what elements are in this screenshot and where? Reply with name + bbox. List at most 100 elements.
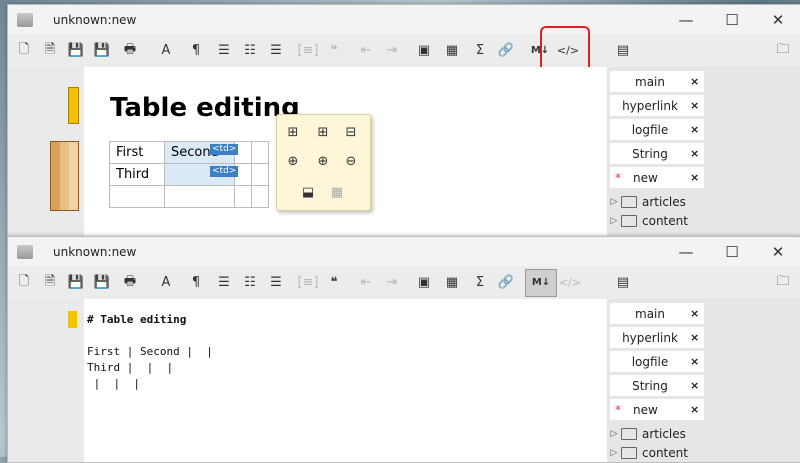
blockquote-icon[interactable]: ❝ <box>321 270 347 296</box>
sidebar-tab-logfile[interactable]: logfile × <box>610 119 704 140</box>
close-icon[interactable]: × <box>690 355 704 368</box>
tab-label: hyperlink <box>622 330 678 345</box>
code-block-icon[interactable]: [≡] <box>295 270 321 296</box>
table-cell[interactable] <box>251 185 269 208</box>
merge-cells-icon[interactable]: ⬓ <box>298 183 318 201</box>
save-all-icon[interactable]: 💾 <box>89 270 115 296</box>
outdent-icon[interactable]: ⇤ <box>353 38 379 64</box>
open-file-icon[interactable]: 🗎 <box>37 270 63 296</box>
image-icon[interactable]: ▣ <box>411 270 437 296</box>
insert-row-above-icon[interactable]: ⊕ <box>283 152 303 170</box>
folder-articles[interactable]: ▷ articles <box>607 193 686 211</box>
bullet-list-icon[interactable]: ☰ <box>211 270 237 296</box>
font-icon[interactable]: A <box>151 38 181 64</box>
paragraph-icon[interactable]: ¶ <box>181 38 211 64</box>
sidebar-toggle-icon[interactable]: ▤ <box>610 270 636 296</box>
table-grid[interactable]: First Second Third <box>109 141 269 208</box>
image-icon[interactable]: ▣ <box>411 38 437 64</box>
folder-content[interactable]: ▷ content <box>607 444 688 462</box>
minimize-button[interactable]: — <box>663 5 709 34</box>
table-grid-icon[interactable]: ▦ <box>327 183 347 201</box>
tab-label: new <box>633 402 658 417</box>
sidebar-tab-main[interactable]: main × <box>610 71 704 92</box>
sidebar-tab-hyperlink[interactable]: hyperlink × <box>610 327 704 348</box>
blockquote-icon[interactable]: ❝ <box>321 38 347 64</box>
folder-articles[interactable]: ▷ articles <box>607 425 686 443</box>
heading-marker <box>68 311 77 328</box>
print-icon[interactable]: 🖶 <box>115 270 145 296</box>
folder-content[interactable]: ▷ content <box>607 212 688 230</box>
outdent-icon[interactable]: ⇤ <box>353 270 379 296</box>
close-icon[interactable]: × <box>690 99 704 112</box>
new-file-icon[interactable]: 🗋 <box>11 38 37 64</box>
markdown-line: Third | | | <box>87 361 174 374</box>
close-icon[interactable]: × <box>690 307 704 320</box>
close-icon[interactable]: × <box>690 331 704 344</box>
maximize-button[interactable]: ☐ <box>709 237 755 266</box>
title-bar[interactable]: unknown:new — ☐ ✕ <box>8 5 800 34</box>
indent-icon[interactable]: ⇥ <box>379 38 405 64</box>
numbered-list-icon[interactable]: ☷ <box>237 270 263 296</box>
close-icon[interactable]: × <box>690 379 704 392</box>
table-icon[interactable]: ▦ <box>437 270 467 296</box>
folder-icon <box>621 447 637 459</box>
expand-icon[interactable]: ▷ <box>607 429 621 439</box>
markdown-source-editor[interactable]: # Table editing First | Second | | Third… <box>84 299 607 462</box>
table-cell[interactable] <box>234 185 252 208</box>
save-icon[interactable]: 💾 <box>63 38 89 64</box>
checklist-icon[interactable]: ☰ <box>263 38 289 64</box>
save-icon[interactable]: 💾 <box>63 270 89 296</box>
close-icon[interactable]: × <box>690 123 704 136</box>
insert-column-left-icon[interactable]: ⊞ <box>283 123 303 141</box>
add-folder-icon[interactable]: 🗀 <box>770 270 796 296</box>
table-cell[interactable] <box>251 141 269 164</box>
formula-icon[interactable]: Σ <box>467 270 493 296</box>
font-icon[interactable]: A <box>151 270 181 296</box>
close-button[interactable]: ✕ <box>755 5 800 34</box>
indent-icon[interactable]: ⇥ <box>379 270 405 296</box>
checklist-icon[interactable]: ☰ <box>263 270 289 296</box>
add-folder-icon[interactable]: 🗀 <box>770 38 796 64</box>
save-all-icon[interactable]: 💾 <box>89 38 115 64</box>
bullet-list-icon[interactable]: ☰ <box>211 38 237 64</box>
close-icon[interactable]: × <box>690 403 704 416</box>
table-icon[interactable]: ▦ <box>437 38 467 64</box>
print-icon[interactable]: 🖶 <box>115 38 145 64</box>
paragraph-icon[interactable]: ¶ <box>181 270 211 296</box>
delete-column-icon[interactable]: ⊟ <box>341 123 361 141</box>
table-cell[interactable] <box>109 185 165 208</box>
table-cell[interactable] <box>164 185 235 208</box>
minimize-button[interactable]: — <box>663 237 709 266</box>
expand-icon[interactable]: ▷ <box>607 216 621 226</box>
title-bar[interactable]: unknown:new — ☐ ✕ <box>8 237 800 266</box>
insert-row-below-icon[interactable]: ⊕ <box>313 152 333 170</box>
close-button[interactable]: ✕ <box>755 237 800 266</box>
close-icon[interactable]: × <box>690 147 704 160</box>
table-cell[interactable]: Third <box>109 163 165 186</box>
sidebar-toggle-icon[interactable]: ▤ <box>610 38 636 64</box>
table-cell[interactable]: First <box>109 141 165 164</box>
expand-icon[interactable]: ▷ <box>607 197 621 207</box>
sidebar-tab-string[interactable]: String × <box>610 143 704 164</box>
sidebar-tab-logfile[interactable]: logfile × <box>610 351 704 372</box>
sidebar-tab-new[interactable]: * new × <box>610 167 704 188</box>
sidebar-tab-main[interactable]: main × <box>610 303 704 324</box>
close-icon[interactable]: × <box>690 171 704 184</box>
link-icon[interactable]: 🔗 <box>493 38 519 64</box>
source-toggle-icon[interactable]: </> <box>557 270 583 296</box>
sidebar-tab-hyperlink[interactable]: hyperlink × <box>610 95 704 116</box>
link-icon[interactable]: 🔗 <box>493 270 519 296</box>
table-cell[interactable] <box>251 163 269 186</box>
sidebar-tab-new[interactable]: * new × <box>610 399 704 420</box>
markdown-toggle-icon[interactable]: M↓ <box>525 268 557 297</box>
new-file-icon[interactable]: 🗋 <box>11 270 37 296</box>
numbered-list-icon[interactable]: ☷ <box>237 38 263 64</box>
open-file-icon[interactable]: 🗎 <box>37 38 63 64</box>
close-icon[interactable]: × <box>690 75 704 88</box>
maximize-button[interactable]: ☐ <box>709 5 755 34</box>
code-block-icon[interactable]: [≡] <box>295 38 321 64</box>
formula-icon[interactable]: Σ <box>467 38 493 64</box>
sidebar-tab-string[interactable]: String × <box>610 375 704 396</box>
delete-row-icon[interactable]: ⊖ <box>341 152 361 170</box>
insert-column-right-icon[interactable]: ⊞ <box>313 123 333 141</box>
